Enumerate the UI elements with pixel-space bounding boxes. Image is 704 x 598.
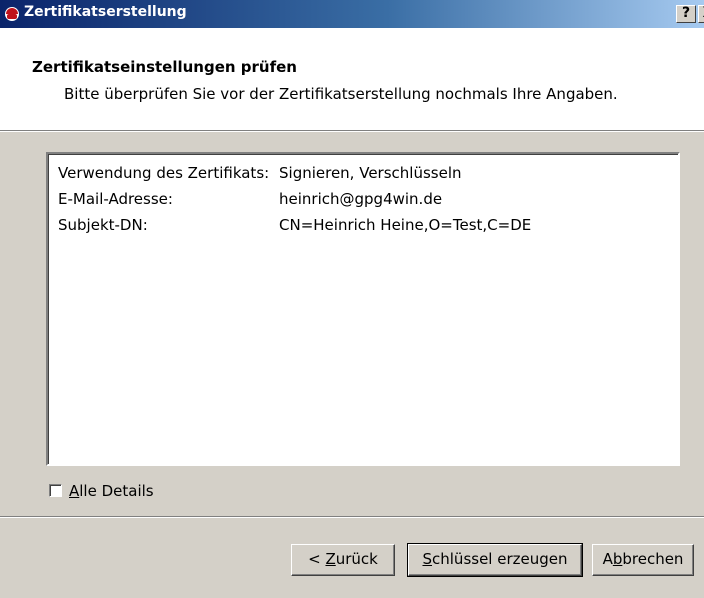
help-icon: ? [681, 5, 691, 21]
page-subtitle: Bitte überprüfen Sie vor der Zertifikats… [64, 85, 618, 103]
footer-divider [0, 516, 704, 518]
gpg4win-icon [4, 6, 20, 22]
all-details-checkbox[interactable] [49, 484, 62, 497]
help-button[interactable]: ? [676, 5, 696, 23]
all-details-label[interactable]: Alle Details [69, 482, 154, 500]
window-title: Zertifikatserstellung [24, 4, 187, 20]
close-button[interactable]: X [698, 5, 704, 23]
summary-key: Verwendung des Zertifikats: [58, 164, 270, 182]
page-title: Zertifikatseinstellungen prüfen [32, 58, 297, 76]
summary-value: CN=Heinrich Heine,O=Test,C=DE [279, 216, 532, 234]
cancel-button[interactable]: Abbrechen [592, 544, 694, 576]
summary-key: E-Mail-Adresse: [58, 190, 173, 208]
summary-value: Signieren, Verschlüsseln [279, 164, 462, 182]
create-key-button[interactable]: Schlüssel erzeugen [407, 543, 583, 577]
back-button[interactable]: < Zurück [291, 544, 395, 576]
summary-key: Subjekt-DN: [58, 216, 148, 234]
header-divider [0, 130, 704, 132]
certificate-summary-box[interactable]: Verwendung des Zertifikats: Signieren, V… [46, 152, 680, 466]
title-bar[interactable]: Zertifikatserstellung ? X [0, 0, 704, 28]
summary-value: heinrich@gpg4win.de [279, 190, 443, 208]
wizard-header: Zertifikatseinstellungen prüfen Bitte üb… [0, 28, 704, 131]
